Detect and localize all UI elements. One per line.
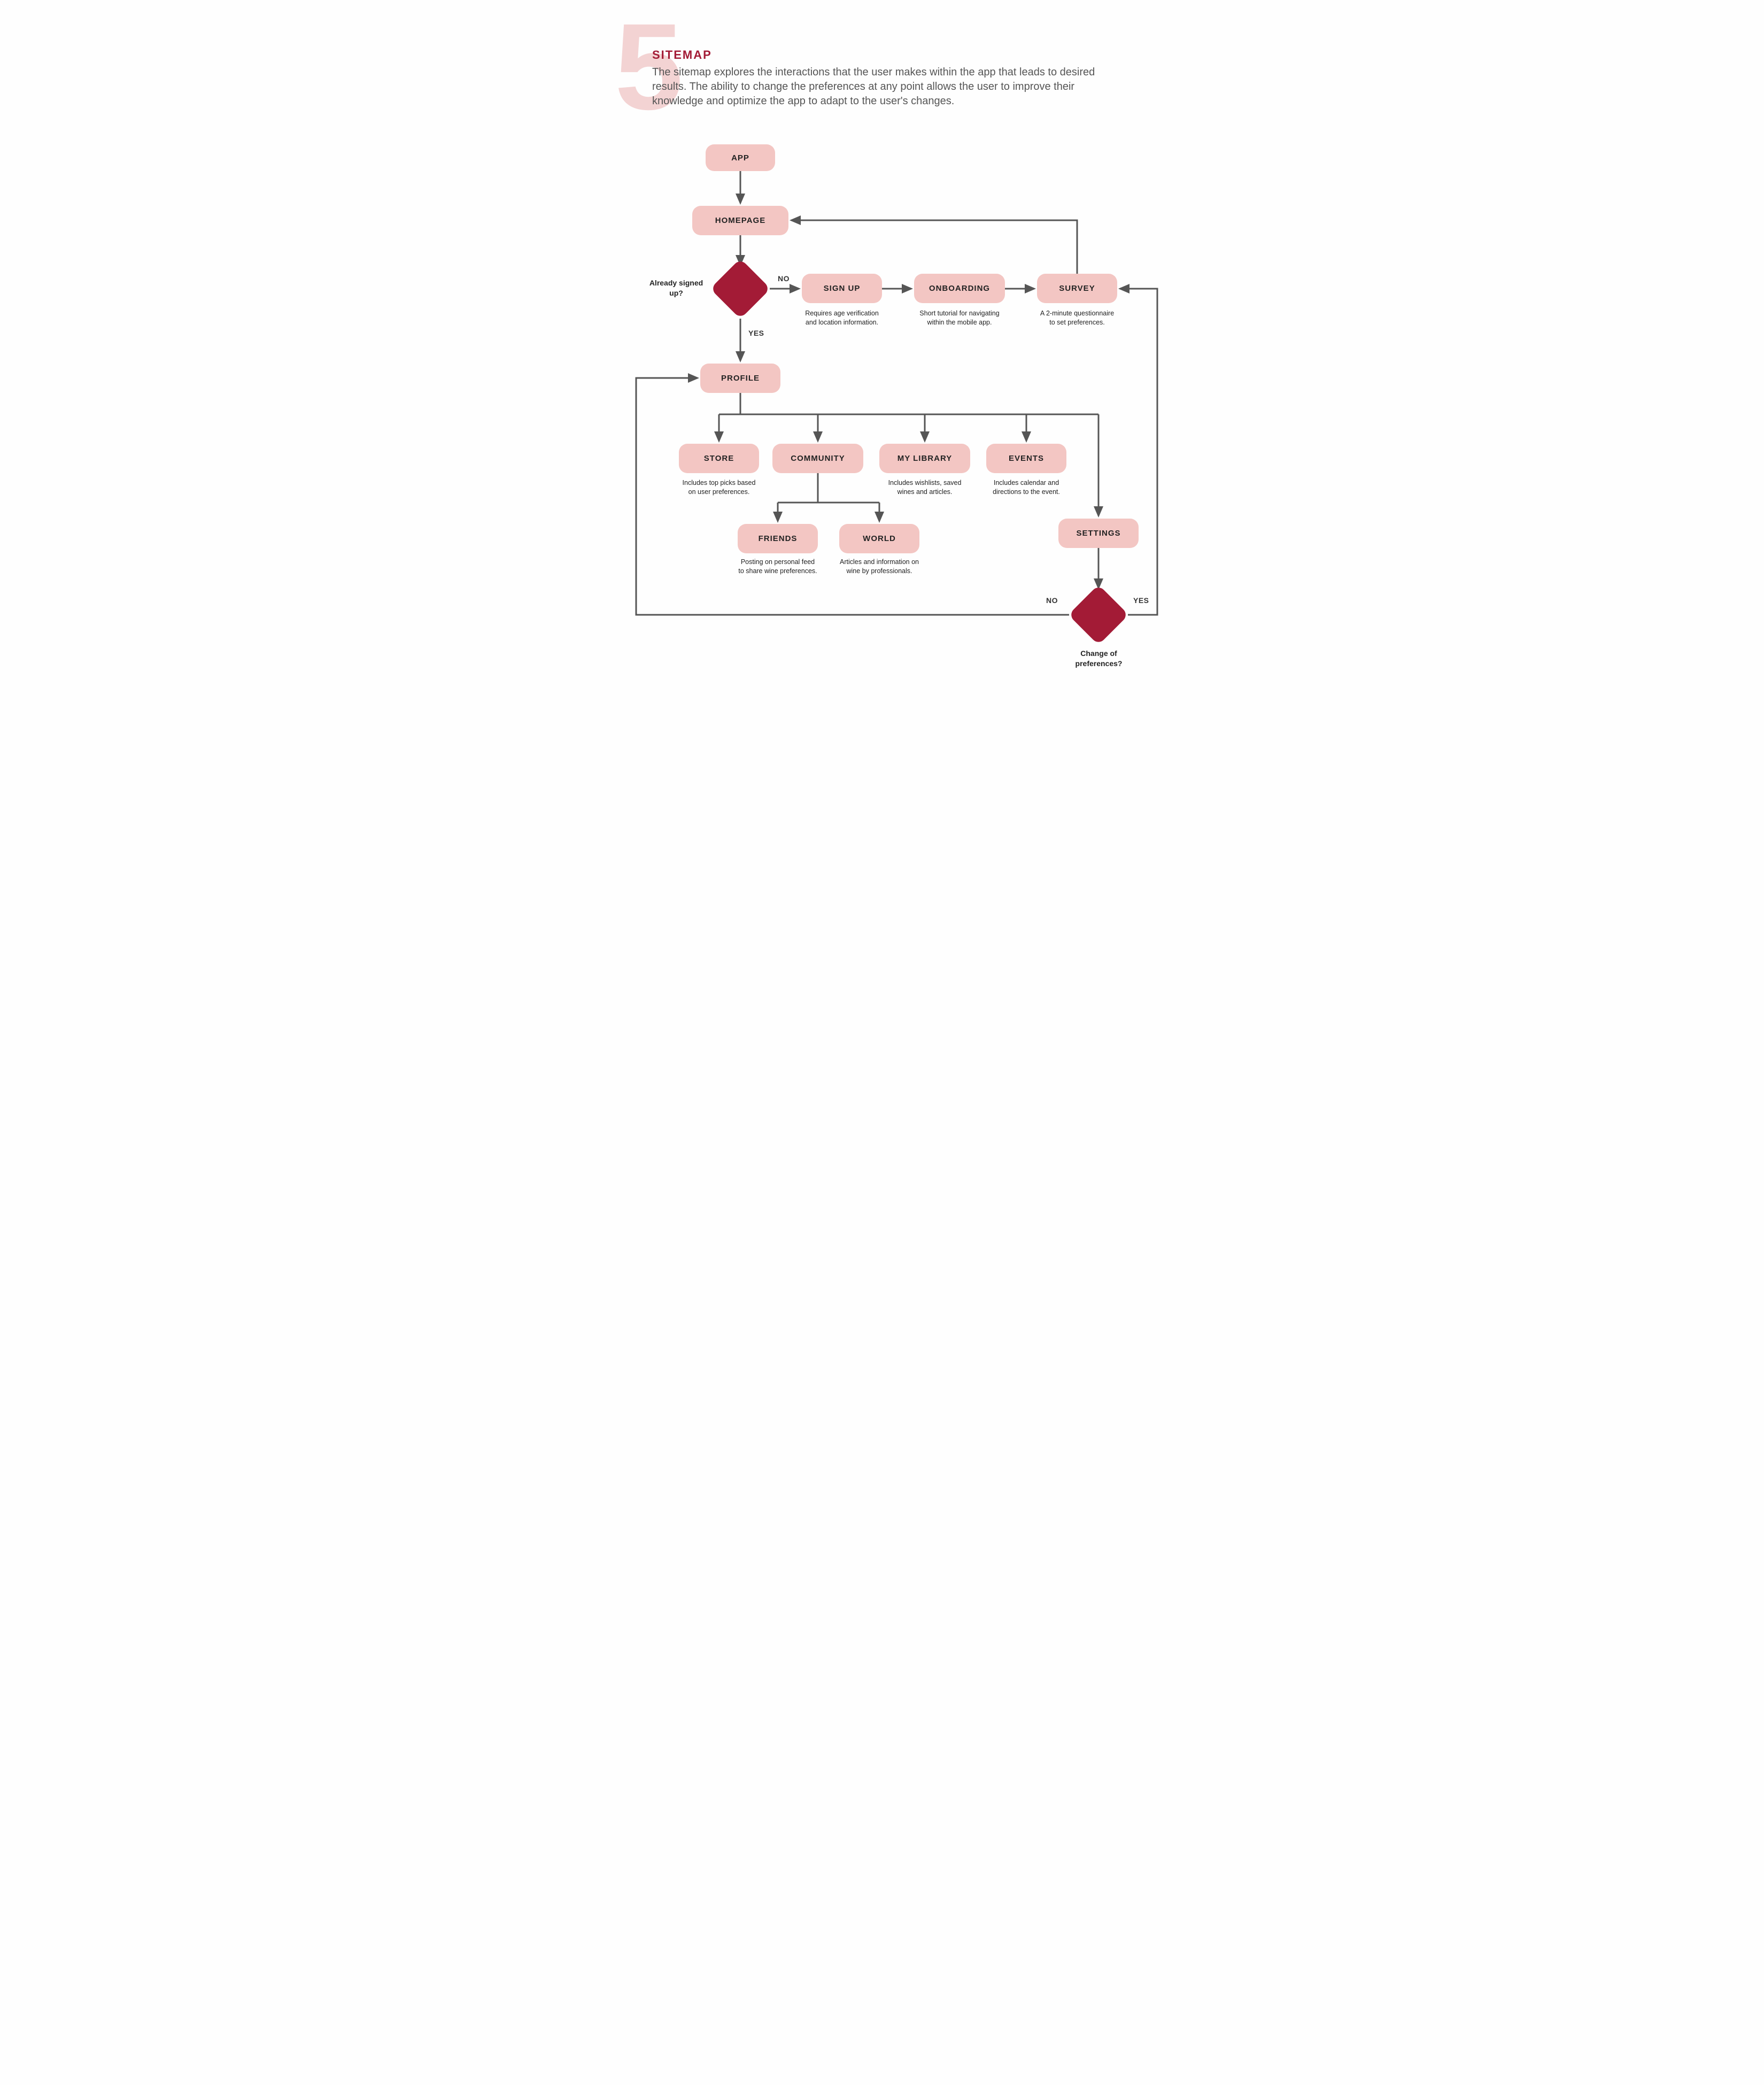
node-app: APP — [706, 144, 775, 171]
section-title: SITEMAP — [652, 48, 1117, 62]
node-mylibrary: MY LIBRARY — [879, 444, 970, 473]
node-onboarding: ONBOARDING — [914, 274, 1005, 303]
edge-no-2: NO — [1046, 596, 1058, 605]
node-community: COMMUNITY — [772, 444, 863, 473]
node-signup: SIGN UP — [802, 274, 882, 303]
node-settings: SETTINGS — [1058, 519, 1139, 548]
edge-yes-1: YES — [748, 329, 764, 337]
caption-world: Articles and information on wine by prof… — [839, 558, 919, 576]
caption-friends: Posting on personal feed to share wine p… — [738, 558, 818, 576]
edge-no-1: NO — [778, 274, 790, 283]
edge-yes-2: YES — [1133, 596, 1149, 605]
caption-store: Includes top picks based on user prefere… — [679, 478, 759, 497]
node-friends: FRIENDS — [738, 524, 818, 553]
caption-events: Includes calendar and directions to the … — [986, 478, 1066, 497]
caption-mylibrary: Includes wishlists, saved wines and arti… — [885, 478, 965, 497]
caption-onboarding: Short tutorial for navigating within the… — [918, 309, 1001, 327]
node-homepage: HOMEPAGE — [692, 206, 788, 235]
conn-decision2-yes-survey — [1120, 289, 1157, 615]
node-events: EVENTS — [986, 444, 1066, 473]
caption-survey: A 2-minute questionnaire to set preferen… — [1037, 309, 1117, 327]
section-description: The sitemap explores the interactions th… — [652, 65, 1117, 109]
decision-change-pref-label: Change of preferences? — [1065, 648, 1132, 669]
node-profile: PROFILE — [700, 364, 780, 393]
node-store: STORE — [679, 444, 759, 473]
node-world: WORLD — [839, 524, 919, 553]
decision-signed-up-label: Already signed up? — [644, 278, 708, 298]
caption-signup: Requires age verification and location i… — [802, 309, 882, 327]
conn-survey-homepage — [791, 220, 1077, 274]
heading-block: SITEMAP The sitemap explores the interac… — [652, 48, 1117, 109]
node-survey: SURVEY — [1037, 274, 1117, 303]
